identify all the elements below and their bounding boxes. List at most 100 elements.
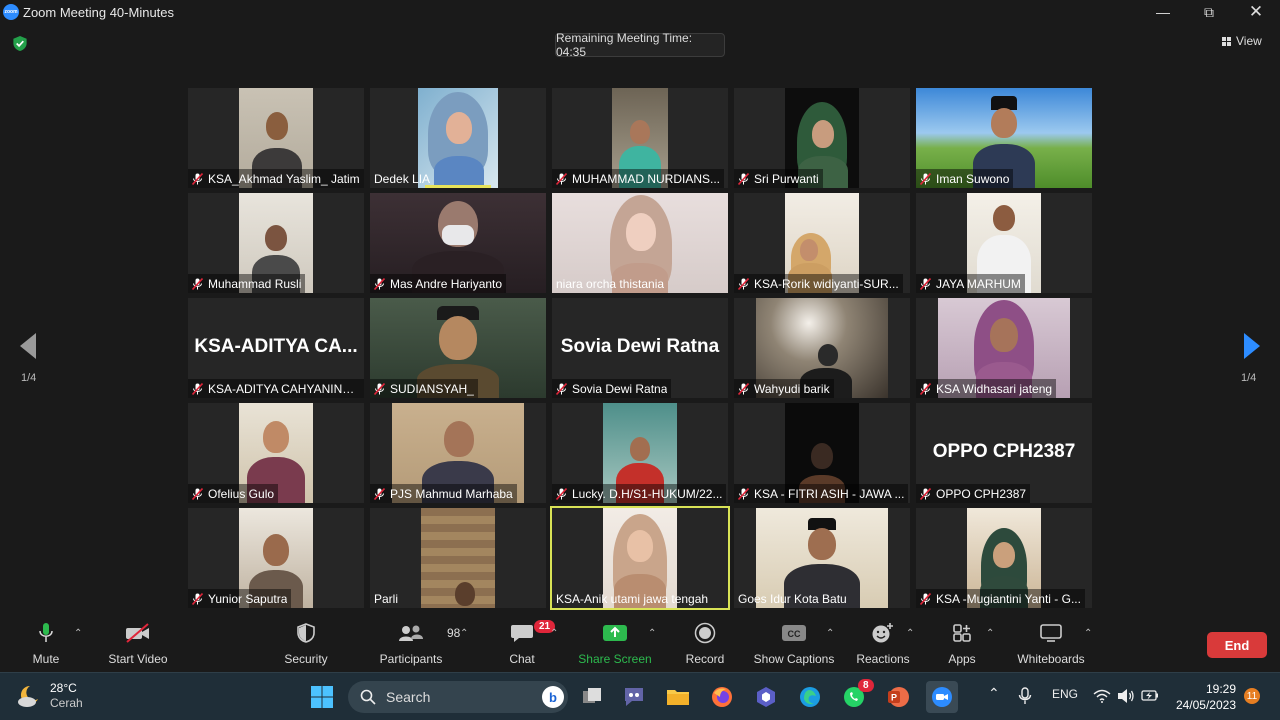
taskbar-search-box[interactable]: Search b xyxy=(348,681,568,713)
muted-mic-icon xyxy=(920,172,931,185)
video-tile[interactable]: KSA Widhasari jateng xyxy=(916,298,1092,398)
muted-mic-icon xyxy=(374,277,385,290)
participant-video xyxy=(421,508,495,608)
video-tile[interactable]: Parli xyxy=(370,508,546,608)
title-bar: zoom Zoom Meeting 40-Minutes — ⧉ ✕ xyxy=(0,0,1280,24)
end-meeting-button[interactable]: End xyxy=(1207,632,1267,658)
record-button[interactable]: Record xyxy=(682,618,728,672)
muted-mic-icon xyxy=(556,487,567,500)
apps-button[interactable]: Apps xyxy=(946,618,978,672)
video-tile[interactable]: Ofelius Gulo xyxy=(188,403,364,503)
show-hidden-icons-chevron-icon[interactable]: ⌃ xyxy=(988,685,1000,702)
start-menu-windows-icon[interactable] xyxy=(306,681,338,713)
security-button[interactable]: Security xyxy=(284,618,328,672)
task-view-icon[interactable] xyxy=(576,681,608,713)
whiteboards-label: Whiteboards xyxy=(1017,652,1085,666)
participant-name: Sovia Dewi Ratna xyxy=(572,381,668,396)
whiteboards-options-caret-icon[interactable]: ⌃ xyxy=(1084,628,1092,639)
view-button[interactable]: View xyxy=(1222,32,1262,50)
muted-mic-icon xyxy=(738,382,749,395)
reactions-button[interactable]: Reactions xyxy=(854,618,912,672)
video-tile[interactable]: MUHAMMAD NURDIANS... xyxy=(552,88,728,188)
video-tile[interactable]: SUDIANSYAH_ xyxy=(370,298,546,398)
video-tile[interactable]: Goes Idur Kota Batu xyxy=(734,508,910,608)
previous-page-icon[interactable] xyxy=(19,332,37,360)
muted-mic-icon xyxy=(556,172,567,185)
notification-count-badge[interactable]: 11 xyxy=(1244,688,1260,704)
video-tile[interactable]: KSA-ADITYA CA... KSA-ADITYA CAHYANING... xyxy=(188,298,364,398)
muted-mic-icon xyxy=(920,592,931,605)
video-tile[interactable]: PJS Mahmud Marhaba xyxy=(370,403,546,503)
clock-date: 24/05/2023 xyxy=(1175,698,1236,712)
muted-mic-icon xyxy=(192,277,203,290)
video-tile[interactable]: niara orcha thistania xyxy=(552,193,728,293)
participants-button[interactable]: 98 Participants xyxy=(378,618,460,672)
language-indicator[interactable]: ENG xyxy=(1052,687,1078,701)
weather-widget[interactable]: 28°C Cerah xyxy=(16,681,83,711)
restore-icon[interactable]: ⧉ xyxy=(1186,0,1232,24)
share-screen-icon xyxy=(603,625,627,641)
share-screen-button[interactable]: Share Screen xyxy=(578,618,652,672)
reactions-smiley-icon xyxy=(872,623,893,643)
edge-icon[interactable] xyxy=(794,681,826,713)
minimize-icon[interactable]: — xyxy=(1140,0,1186,24)
video-tile[interactable]: Dedek LIA xyxy=(370,88,546,188)
whiteboards-button[interactable]: Whiteboards xyxy=(1014,618,1088,672)
whatsapp-icon[interactable]: 8 xyxy=(838,679,874,713)
close-icon[interactable]: ✕ xyxy=(1233,0,1279,24)
video-tile[interactable]: Sri Purwanti xyxy=(734,88,910,188)
page-indicator-right: 1/4 xyxy=(1241,372,1257,384)
weather-description: Cerah xyxy=(50,696,83,710)
video-tile[interactable]: OPPO CPH2387 OPPO CPH2387 xyxy=(916,403,1092,503)
start-video-button[interactable]: Start Video xyxy=(106,618,170,672)
system-clock[interactable]: 19:29 24/05/2023 xyxy=(1170,681,1236,713)
video-tile[interactable]: Iman Suwono xyxy=(916,88,1092,188)
video-tile[interactable]: KSA-Rorik widiyanti-SUR... xyxy=(734,193,910,293)
video-tile[interactable]: Mas Andre Hariyanto xyxy=(370,193,546,293)
participant-name-avatar: KSA-ADITYA CA... xyxy=(194,336,358,357)
next-page-icon[interactable] xyxy=(1243,332,1261,360)
zoom-app-icon[interactable] xyxy=(926,681,958,713)
chat-options-caret-icon[interactable]: ⌃ xyxy=(550,628,558,639)
firefox-icon[interactable] xyxy=(706,681,738,713)
file-explorer-icon[interactable] xyxy=(662,681,694,713)
reactions-options-caret-icon[interactable]: ⌃ xyxy=(906,628,914,639)
captions-options-caret-icon[interactable]: ⌃ xyxy=(826,628,834,639)
video-tile[interactable]: Wahyudi barik xyxy=(734,298,910,398)
bing-icon[interactable]: b xyxy=(542,686,564,708)
mute-button[interactable]: Mute xyxy=(28,618,64,672)
share-options-caret-icon[interactable]: ⌃ xyxy=(648,628,656,639)
volume-icon[interactable] xyxy=(1117,688,1135,704)
powerpoint-icon[interactable]: P xyxy=(882,681,914,713)
video-tile[interactable]: KSA -Mugiantini Yanti - G... xyxy=(916,508,1092,608)
search-icon xyxy=(360,689,376,705)
video-tile[interactable]: Yunior Saputra xyxy=(188,508,364,608)
grid-view-icon xyxy=(1222,36,1231,46)
video-tile[interactable]: KSA - FITRI ASIH - JAWA ... xyxy=(734,403,910,503)
video-tile[interactable]: KSA_Akhmad Yaslim_ Jatim xyxy=(188,88,364,188)
tray-microphone-icon[interactable] xyxy=(1018,687,1032,705)
audio-options-caret-icon[interactable]: ⌃ xyxy=(74,628,82,639)
show-captions-button[interactable]: CC Show Captions xyxy=(752,618,836,672)
battery-charging-icon[interactable] xyxy=(1141,689,1159,702)
video-tile-active-speaker[interactable]: KSA-Anik utami jawa tengah xyxy=(550,506,730,610)
teams-chat-icon[interactable] xyxy=(618,681,650,713)
participants-options-caret-icon[interactable]: ⌃ xyxy=(460,628,468,639)
video-tile[interactable]: JAYA MARHUM xyxy=(916,193,1092,293)
video-tile[interactable]: Sovia Dewi Ratna Sovia Dewi Ratna xyxy=(552,298,728,398)
chat-button[interactable]: 21 Chat xyxy=(502,618,556,672)
weather-moon-cloud-icon xyxy=(18,685,38,707)
participant-name: KSA-Anik utami jawa tengah xyxy=(556,591,709,606)
participant-name: SUDIANSYAH_ xyxy=(390,381,474,396)
video-tile[interactable]: Lucky. D.H/S1-HUKUM/22... xyxy=(552,403,728,503)
copilot-app-icon[interactable] xyxy=(750,681,782,713)
muted-mic-icon xyxy=(192,382,203,395)
record-label: Record xyxy=(685,652,725,666)
encryption-shield-icon[interactable] xyxy=(12,35,28,52)
wifi-icon[interactable] xyxy=(1093,689,1111,703)
participant-name: Yunior Saputra xyxy=(208,591,288,606)
apps-options-caret-icon[interactable]: ⌃ xyxy=(986,628,994,639)
muted-mic-icon xyxy=(738,277,749,290)
video-tile[interactable]: Muhammad Rusli xyxy=(188,193,364,293)
participant-name: OPPO CPH2387 xyxy=(936,486,1027,501)
